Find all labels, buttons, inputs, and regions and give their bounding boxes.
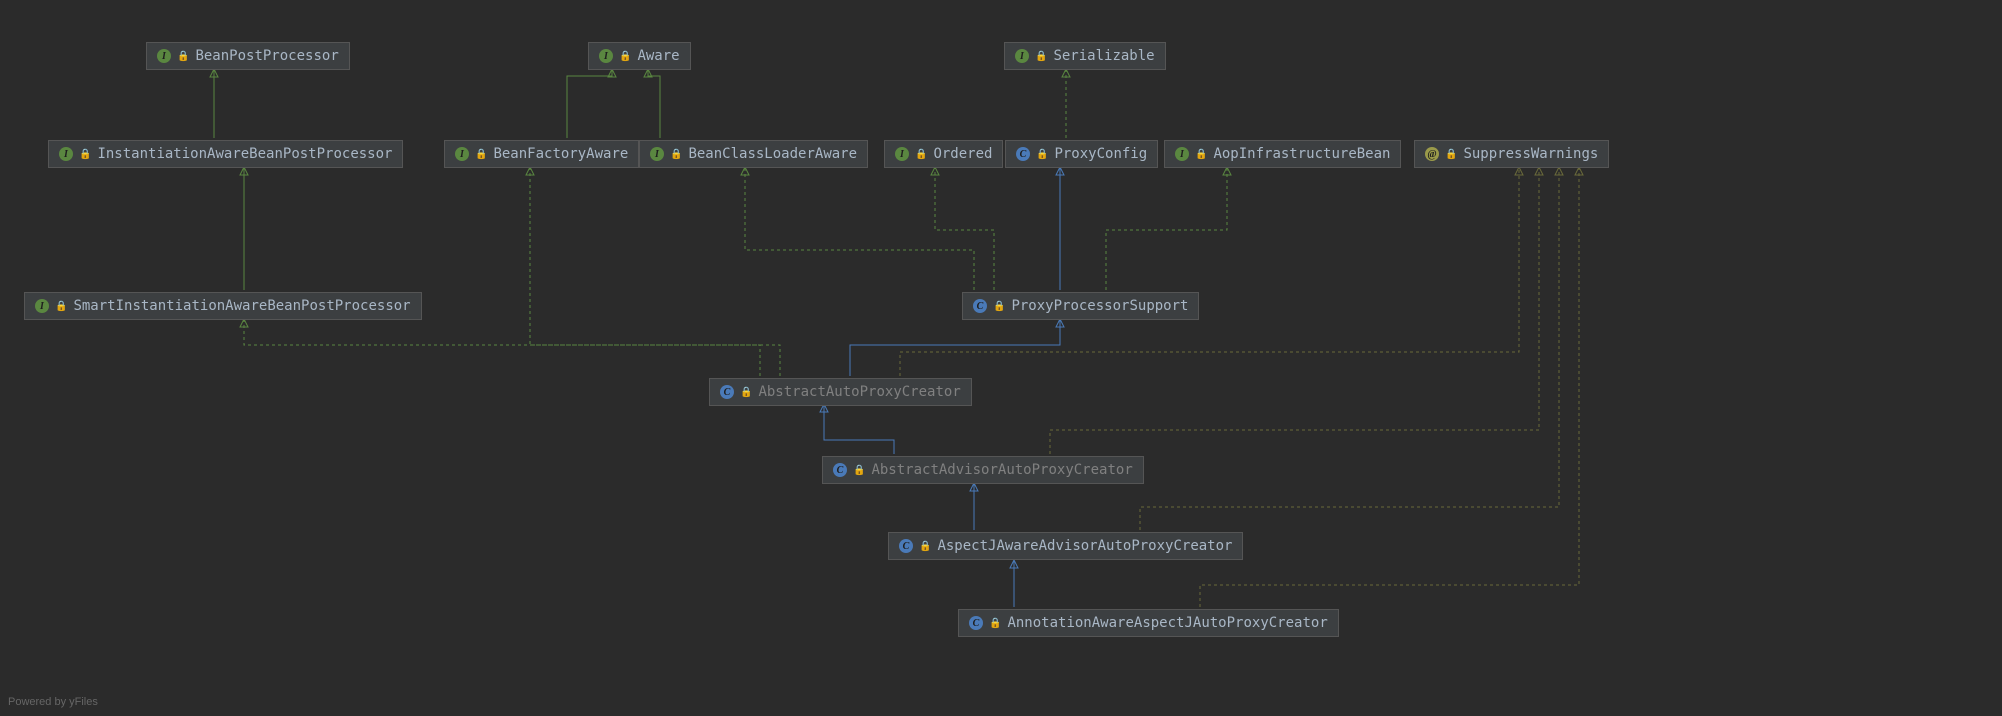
node-beanpostprocessor[interactable]: I 🔒 BeanPostProcessor (146, 42, 350, 70)
abstract-class-icon: C (833, 463, 847, 477)
lock-icon: 🔒 (993, 301, 1005, 312)
node-label: BeanClassLoaderAware (688, 146, 857, 162)
class-icon: C (899, 539, 913, 553)
node-label: Serializable (1053, 48, 1154, 64)
interface-icon: I (1175, 147, 1189, 161)
node-aopinfrabean[interactable]: I 🔒 AopInfrastructureBean (1164, 140, 1401, 168)
lock-icon: 🔒 (475, 149, 487, 160)
lock-icon: 🔒 (1036, 149, 1048, 160)
lock-icon: 🔒 (915, 149, 927, 160)
watermark-text: Powered by yFiles (8, 696, 98, 708)
node-label: ProxyConfig (1054, 146, 1147, 162)
node-abstractadvisor[interactable]: C 🔒 AbstractAdvisorAutoProxyCreator (822, 456, 1144, 484)
node-proxyprocessorsupport[interactable]: C 🔒 ProxyProcessorSupport (962, 292, 1199, 320)
node-label: AnnotationAwareAspectJAutoProxyCreator (1007, 615, 1327, 631)
lock-icon: 🔒 (1035, 51, 1047, 62)
interface-icon: I (157, 49, 171, 63)
node-label: SuppressWarnings (1463, 146, 1598, 162)
interface-icon: I (599, 49, 613, 63)
class-icon: C (969, 616, 983, 630)
node-serializable[interactable]: I 🔒 Serializable (1004, 42, 1166, 70)
lock-icon: 🔒 (740, 387, 752, 398)
lock-icon: 🔒 (1445, 149, 1457, 160)
interface-icon: I (59, 147, 73, 161)
interface-icon: I (1015, 49, 1029, 63)
interface-icon: I (35, 299, 49, 313)
abstract-class-icon: C (720, 385, 734, 399)
lock-icon: 🔒 (55, 301, 67, 312)
lock-icon: 🔒 (619, 51, 631, 62)
node-smartinstantiation[interactable]: I 🔒 SmartInstantiationAwareBeanPostProce… (24, 292, 422, 320)
node-abstractautoproxy[interactable]: C 🔒 AbstractAutoProxyCreator (709, 378, 972, 406)
node-beanclassloaderaware[interactable]: I 🔒 BeanClassLoaderAware (639, 140, 868, 168)
class-icon: C (1016, 147, 1030, 161)
node-aware[interactable]: I 🔒 Aware (588, 42, 691, 70)
lock-icon: 🔒 (79, 149, 91, 160)
node-label: BeanPostProcessor (195, 48, 338, 64)
node-instantiationaware[interactable]: I 🔒 InstantiationAwareBeanPostProcessor (48, 140, 403, 168)
interface-icon: I (455, 147, 469, 161)
node-ordered[interactable]: I 🔒 Ordered (884, 140, 1003, 168)
annotation-icon: @ (1425, 147, 1439, 161)
lock-icon: 🔒 (853, 465, 865, 476)
interface-icon: I (650, 147, 664, 161)
lock-icon: 🔒 (670, 149, 682, 160)
node-suppresswarnings[interactable]: @ 🔒 SuppressWarnings (1414, 140, 1609, 168)
lock-icon: 🔒 (919, 541, 931, 552)
node-label: BeanFactoryAware (493, 146, 628, 162)
node-annotationaware[interactable]: C 🔒 AnnotationAwareAspectJAutoProxyCreat… (958, 609, 1339, 637)
lock-icon: 🔒 (989, 618, 1001, 629)
node-label: InstantiationAwareBeanPostProcessor (97, 146, 392, 162)
node-label: AopInfrastructureBean (1213, 146, 1390, 162)
node-label: AbstractAutoProxyCreator (758, 384, 960, 400)
node-label: Ordered (933, 146, 992, 162)
lock-icon: 🔒 (1195, 149, 1207, 160)
node-aspectjaware[interactable]: C 🔒 AspectJAwareAdvisorAutoProxyCreator (888, 532, 1243, 560)
node-label: AspectJAwareAdvisorAutoProxyCreator (937, 538, 1232, 554)
node-label: ProxyProcessorSupport (1011, 298, 1188, 314)
node-proxyconfig[interactable]: C 🔒 ProxyConfig (1005, 140, 1158, 168)
node-label: Aware (637, 48, 679, 64)
node-label: SmartInstantiationAwareBeanPostProcessor (73, 298, 410, 314)
node-label: AbstractAdvisorAutoProxyCreator (871, 462, 1132, 478)
class-icon: C (973, 299, 987, 313)
node-beanfactoryaware[interactable]: I 🔒 BeanFactoryAware (444, 140, 639, 168)
lock-icon: 🔒 (177, 51, 189, 62)
interface-icon: I (895, 147, 909, 161)
